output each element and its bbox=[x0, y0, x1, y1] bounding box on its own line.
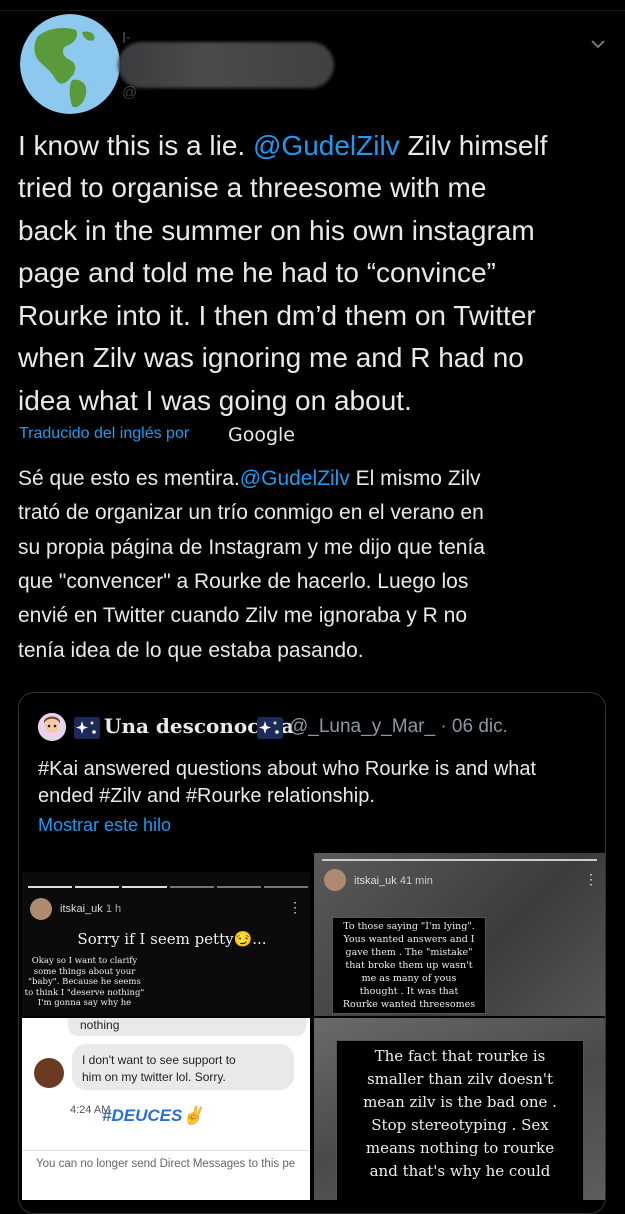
story-title: Sorry if I seem petty😏... bbox=[77, 930, 267, 948]
dm-sender-avatar bbox=[34, 1058, 64, 1088]
story-text-box: The fact that rourke is smaller than zilv… bbox=[336, 1040, 584, 1200]
dm-message-bubble: I don't want to see support to him on my… bbox=[72, 1044, 294, 1090]
story-progress-bar bbox=[322, 859, 597, 861]
show-thread-link[interactable]: Mostrar este hilo bbox=[38, 815, 171, 836]
quoted-user-avatar bbox=[38, 713, 66, 741]
story-image-2[interactable]: itskai_uk 41 min ⋮ To those saying "I'm … bbox=[314, 853, 605, 1016]
tweet-line: page and told me he had to “convince” bbox=[18, 257, 496, 288]
tweet-line: tried to organise a threesome with me bbox=[18, 172, 487, 203]
tweet-line: idea what I was going on about. bbox=[18, 385, 412, 416]
translation-line: envié en Twitter cuando Zilv me ignoraba… bbox=[18, 604, 468, 627]
censored-name-bar bbox=[118, 42, 334, 88]
handle-hidden: @ bbox=[122, 84, 138, 101]
story-username: itskai_uk 1 h bbox=[60, 903, 122, 915]
translation-mention-link[interactable]: @GudelZilv bbox=[240, 467, 350, 490]
tweet-line-1: I know this is a lie. @GudelZilv Zilv hi… bbox=[18, 130, 548, 161]
globe-icon bbox=[20, 14, 120, 114]
dm-footer-notice: You can no longer send Direct Messages t… bbox=[36, 1158, 296, 1170]
translation-line-1: Sé que esto es mentira.@GudelZilv El mis… bbox=[18, 467, 481, 490]
story-user-avatar bbox=[324, 869, 346, 891]
deuces-sticker: #DEUCES✌ bbox=[102, 1106, 204, 1125]
story-image-3[interactable]: The fact that rourke is smaller than zilv… bbox=[314, 1018, 605, 1200]
translation-line: tenía idea de lo que estaba pasando. bbox=[18, 639, 364, 662]
tweet-line: Rourke into it. I then dm’d them on Twit… bbox=[18, 300, 536, 331]
quoted-handle-date: @_Luna_y_Mar_ · 06 dic. bbox=[289, 716, 508, 737]
translated-by-link[interactable]: Traducido del inglés por bbox=[19, 425, 189, 443]
tweet-line: when Zilv was ignoring me and R had no bbox=[18, 342, 524, 373]
translation-line: su propia página de Instagram y me dijo … bbox=[18, 536, 485, 559]
tweet-line: back in the summer on his own instagram bbox=[18, 215, 535, 246]
sparkles-emoji-icon bbox=[74, 717, 100, 739]
dm-divider bbox=[22, 1150, 310, 1151]
translation-line: que "convencer" a Rourke de hacerlo. Lue… bbox=[18, 570, 469, 593]
more-options-icon[interactable]: ⋮ bbox=[584, 871, 598, 888]
dm-screenshot[interactable]: nothing I don't want to see support to h… bbox=[22, 1018, 310, 1200]
mention-link[interactable]: @GudelZilv bbox=[253, 130, 400, 161]
top-divider bbox=[0, 10, 625, 11]
google-logo: Google bbox=[228, 424, 296, 446]
story-body: Okay so I want to clarify some things abo… bbox=[24, 956, 145, 1008]
dm-bubble-top: nothing bbox=[68, 1018, 306, 1036]
story-username: itskai_uk 41 min bbox=[354, 875, 433, 887]
story-progress-bars bbox=[28, 886, 309, 888]
quoted-tweet-text: #Kai answered questions about who Rourke… bbox=[38, 758, 537, 807]
more-options-icon[interactable]: ⋮ bbox=[288, 899, 302, 916]
translation-line: trató de organizar un trío conmigo en el… bbox=[18, 501, 484, 524]
sparkles-emoji-icon bbox=[257, 717, 283, 739]
chevron-down-icon[interactable] bbox=[590, 36, 606, 52]
user-avatar[interactable] bbox=[20, 14, 120, 114]
story-text-box: To those saying "I'm lying". Yous wanted … bbox=[332, 917, 486, 1014]
story-user-avatar bbox=[30, 898, 52, 920]
story-image-1[interactable]: itskai_uk 1 h ⋮ Sorry if I seem petty😏..… bbox=[22, 872, 310, 1016]
